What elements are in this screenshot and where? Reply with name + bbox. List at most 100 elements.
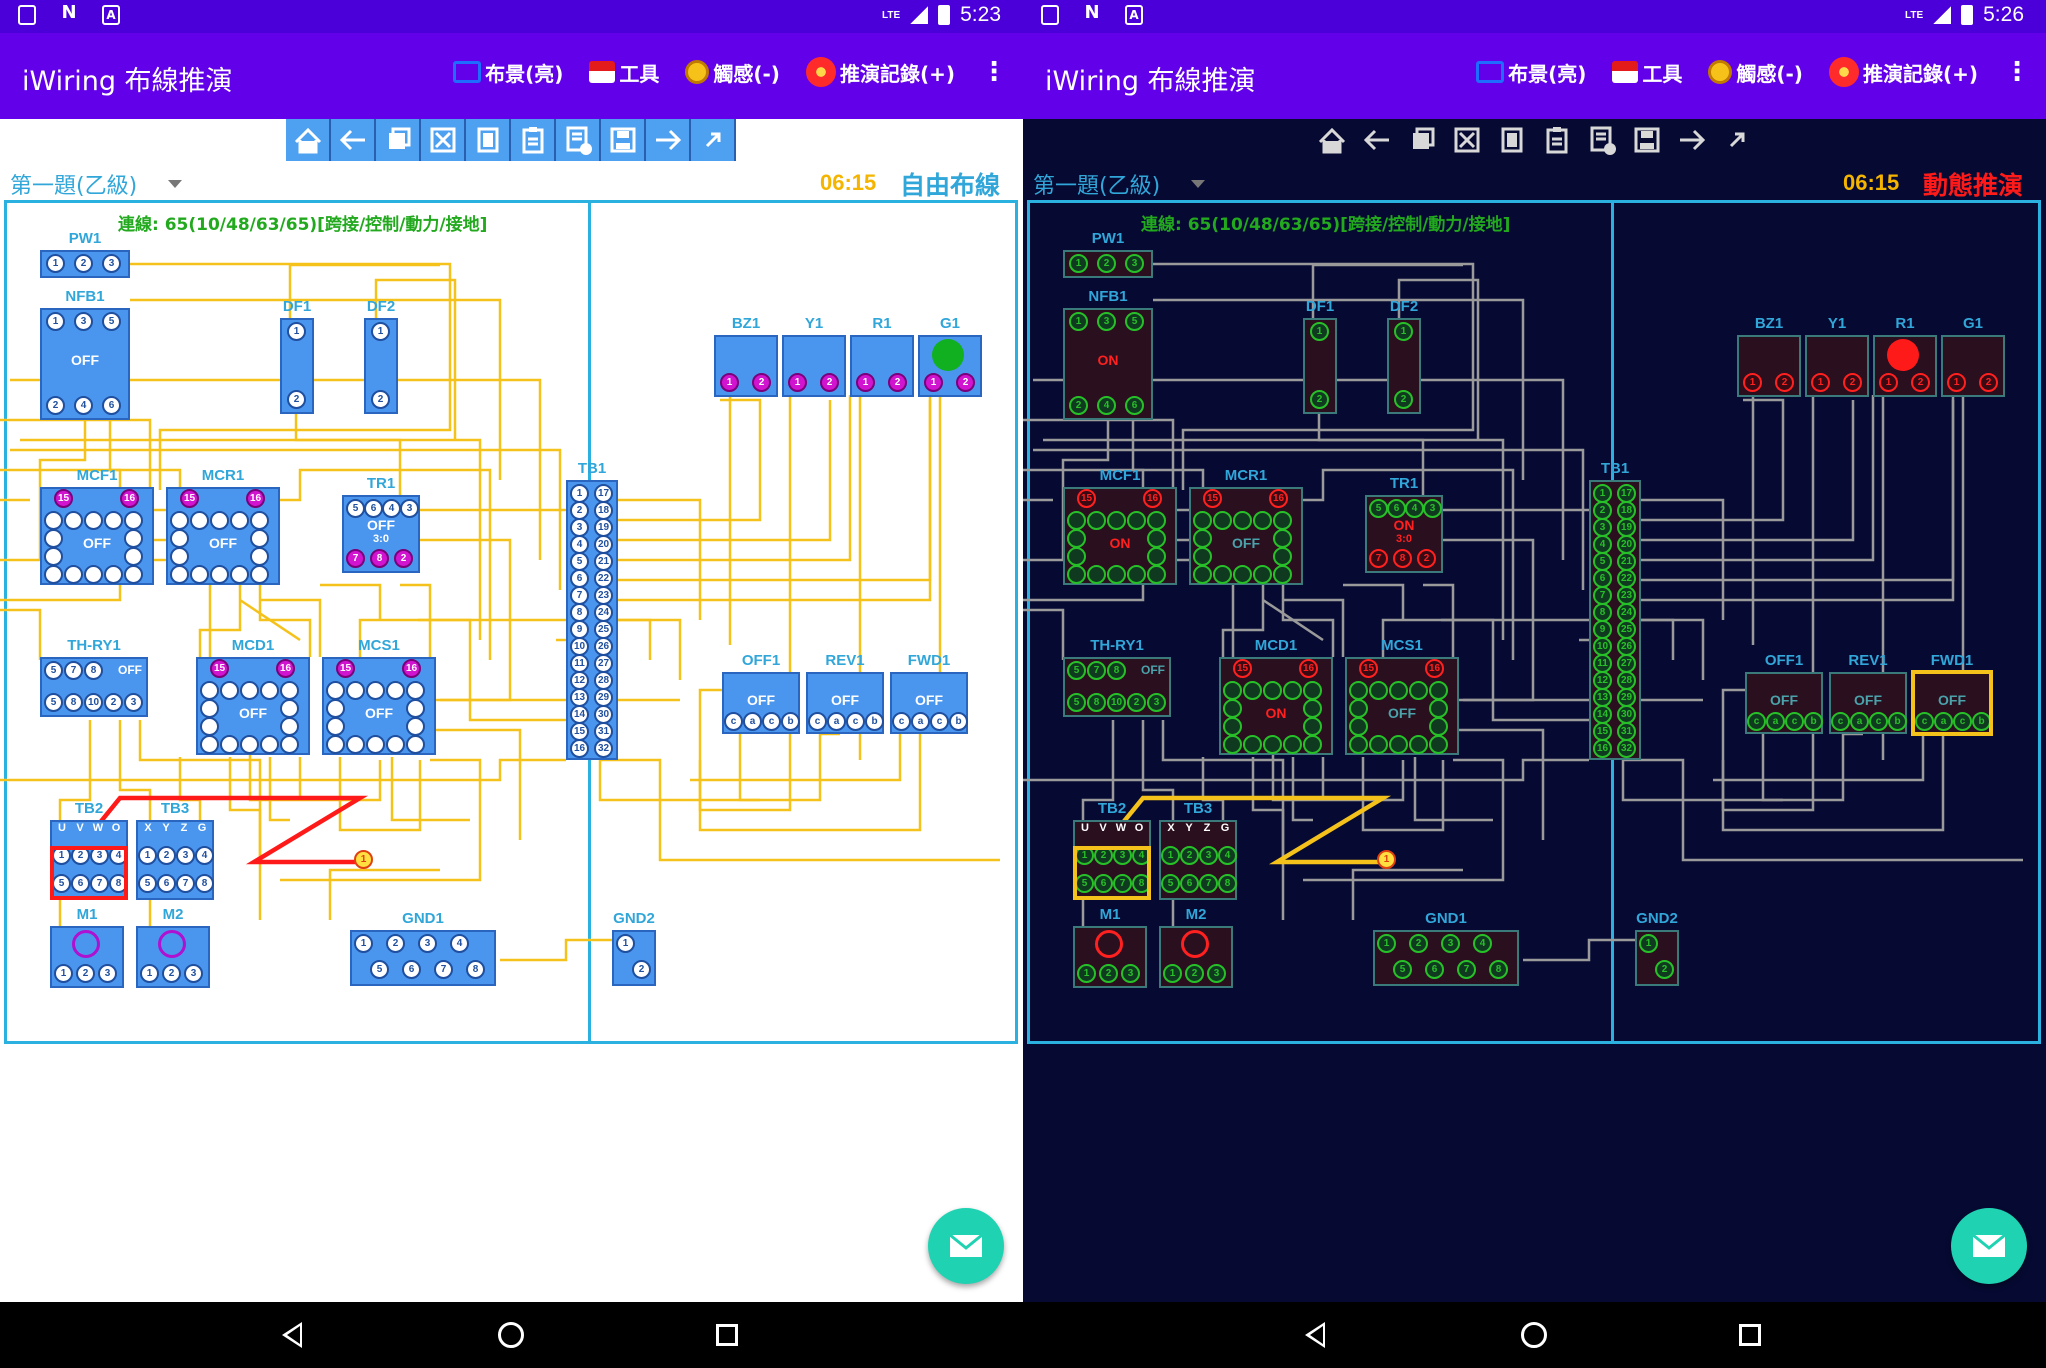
contact-pin[interactable] [1273,565,1292,584]
component-mcf1[interactable]: MCF1 15 16 OFF [40,467,154,585]
pin-1[interactable]: 1 [1879,373,1898,392]
pin-top[interactable]: 3 [418,934,437,953]
pin-bottom[interactable]: 2 [46,396,65,415]
contact-pin[interactable] [1389,735,1408,754]
component-gnd1[interactable]: GND1 1 2 3 4 5 6 7 8 [1373,910,1519,986]
pin-2[interactable]: 2 [1911,373,1930,392]
pin-2[interactable]: 2 [888,373,907,392]
pin-bottom[interactable]: 6 [102,396,121,415]
pin-1[interactable]: 1 [788,373,807,392]
contact-pin[interactable] [170,511,189,530]
pin-bottom[interactable]: 2 [104,693,123,712]
pin-2[interactable]: 2 [1099,964,1118,983]
wire-15[interactable] [1023,608,1065,660]
contact-pin[interactable] [1193,565,1212,584]
contact-pin[interactable] [1349,681,1368,700]
test-probe[interactable]: 1 [1377,850,1396,869]
contact-pin[interactable] [1127,565,1146,584]
wire-26[interactable] [618,400,932,582]
test-probe[interactable]: 1 [354,850,373,869]
contact-pin[interactable] [1369,735,1388,754]
pin-3[interactable]: 3 [1121,964,1140,983]
wire-34[interactable] [690,734,902,782]
contact-pin[interactable] [1147,565,1166,584]
pin-b7[interactable]: 7 [1369,549,1388,568]
contact-pin[interactable] [326,735,345,754]
pin-15[interactable]: 15 [336,659,355,678]
contact-pin[interactable] [260,735,279,754]
component-nfb1[interactable]: NFB1 1 3 5 2 4 6 OFF [40,288,130,420]
contact-pin[interactable] [1349,735,1368,754]
contact-pin[interactable] [346,735,365,754]
pin-bottom[interactable]: 5 [370,960,389,979]
component-tb1[interactable]: TB1 1 17 2 18 3 19 4 20 5 21 6 22 7 23 8 24 9 25 10 26 11 27 12… [566,460,618,760]
pin-1[interactable]: 1 [1077,964,1096,983]
contact-pin[interactable] [240,735,259,754]
wire-32[interactable] [738,734,822,802]
pin-bottom[interactable]: 5 [1067,693,1086,712]
contact-pin[interactable] [1233,511,1252,530]
pin-16[interactable]: 16 [402,659,421,678]
pin-a[interactable]: a [827,712,846,731]
pin-bottom[interactable]: 8 [1087,693,1106,712]
component-bz1[interactable]: BZ1 1 2 [1737,315,1801,397]
pin-bottom[interactable]: 6 [1125,396,1144,415]
pin-bottom[interactable]: 10 [1107,693,1126,712]
pin-c[interactable]: c [1785,712,1804,731]
component-mcr1[interactable]: MCR1 15 16 OFF [166,467,280,585]
component-y1[interactable]: Y1 1 2 [1805,315,1869,397]
pin-1[interactable]: 1 [924,373,943,392]
pin-2[interactable]: 2 [76,964,95,983]
pin-2[interactable]: 2 [371,390,390,409]
pin-bottom[interactable]: 3 [1147,693,1166,712]
pin-bottom[interactable]: 7 [176,874,195,893]
recents-icon[interactable] [1739,1324,1761,1346]
pin-1[interactable]: 1 [616,934,635,953]
component-tb3[interactable]: TB3 X Y Z G 1 2 3 4 5 6 7 8 [1159,800,1237,900]
pin-b[interactable]: b [781,712,800,731]
component-mcr1[interactable]: MCR1 15 16 OFF [1189,467,1303,585]
contact-pin[interactable] [190,565,209,584]
contact-pin[interactable] [1429,681,1448,700]
pin-b8[interactable]: 8 [1393,549,1412,568]
pin-bottom[interactable]: 6 [1425,960,1444,979]
wire-23[interactable] [1641,398,1785,522]
contact-pin[interactable] [240,681,259,700]
pin-16[interactable]: 16 [1143,489,1162,508]
component-r1[interactable]: R1 1 2 [850,315,914,397]
contact-pin[interactable] [1389,681,1408,700]
wire-54[interactable] [130,298,502,480]
pin-bottom[interactable]: 5 [1393,960,1412,979]
pin-1[interactable]: 1 [371,322,390,341]
contact-pin[interactable] [210,565,229,584]
email-fab-button[interactable] [1951,1208,2027,1284]
contact-pin[interactable] [280,681,299,700]
pin-top[interactable]: 1 [46,312,65,331]
pin-top[interactable]: 1 [1377,934,1396,953]
wire-48[interactable] [1291,757,1313,822]
component-df2[interactable]: DF2 1 2 [364,298,398,414]
component-df1[interactable]: DF1 1 2 [280,298,314,414]
pin-1[interactable]: 1 [1947,373,1966,392]
pin-bottom[interactable]: 8 [1489,960,1508,979]
pin-b[interactable]: b [1804,712,1823,731]
pin-2[interactable]: 2 [1097,254,1116,273]
pin-b2[interactable]: 2 [394,549,413,568]
contact-pin[interactable] [220,681,239,700]
contact-pin[interactable] [210,511,229,530]
pin-b[interactable]: b [1888,712,1907,731]
pin-bottom[interactable]: 6 [157,874,176,893]
contact-pin[interactable] [1233,565,1252,584]
pin-top[interactable]: 1 [1069,312,1088,331]
contact-pin[interactable] [1409,681,1428,700]
contact-pin[interactable] [124,511,143,530]
contact-pin[interactable] [1253,565,1272,584]
pin-2[interactable]: 2 [1185,964,1204,983]
contact-pin[interactable] [230,565,249,584]
pin-top[interactable]: 4 [450,934,469,953]
pin-bottom[interactable]: 8 [466,960,485,979]
wire-50[interactable] [390,757,470,822]
email-fab-button[interactable] [928,1208,1004,1284]
component-tb1[interactable]: TB1 1 17 2 18 3 19 4 20 5 21 6 22 7 23 8 24 9 25 10 26 11 27 12… [1589,460,1641,760]
contact-pin[interactable] [346,681,365,700]
